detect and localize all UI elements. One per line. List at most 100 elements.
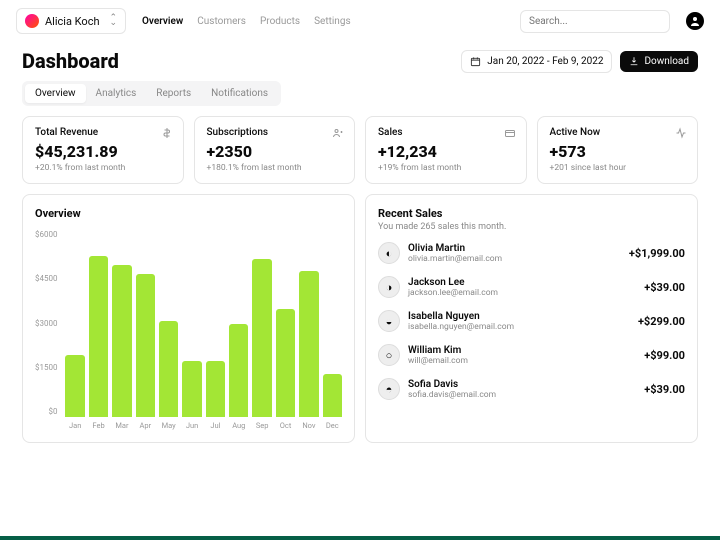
page-title: Dashboard (22, 49, 119, 73)
user-avatar[interactable] (686, 12, 704, 30)
stat-card: Total Revenue $45,231.89 +20.1% from last … (22, 116, 184, 184)
sale-email: isabella.nguyen@email.com (408, 322, 514, 332)
credit-card-icon (504, 127, 516, 139)
y-tick: $3000 (35, 319, 57, 328)
sale-name: William Kim (408, 345, 468, 356)
stat-sub: +20.1% from last month (35, 163, 171, 173)
bar-column: Sep (252, 259, 271, 430)
recent-sales-subtitle: You made 265 sales this month. (378, 222, 685, 232)
nav-settings[interactable]: Settings (314, 16, 351, 27)
tab-bar: Overview Analytics Reports Notifications (22, 81, 281, 106)
x-tick: Feb (92, 421, 104, 430)
date-range-picker[interactable]: Jan 20, 2022 - Feb 9, 2022 (461, 50, 612, 73)
sale-row: ◓Sofia Davissofia.davis@email.com+$39.00 (378, 378, 685, 400)
sale-row: ○ William Kimwill@email.com +$99.00 (378, 344, 685, 366)
tab-reports[interactable]: Reports (146, 84, 201, 103)
overview-chart: $6000 $4500 $3000 $1500 $0 Jan Feb Mar Apr May Ju… (35, 230, 342, 430)
nav-overview[interactable]: Overview (142, 16, 183, 27)
recent-sales-panel: Recent Sales You made 265 sales this mon… (365, 194, 698, 443)
dollar-icon (161, 127, 173, 139)
bar-column: Feb (89, 256, 108, 430)
sale-name: Sofia Davis (408, 379, 496, 390)
overview-panel: Overview $6000 $4500 $3000 $1500 $0 Jan Feb Ma… (22, 194, 355, 443)
sale-row: ◐ Olivia Martinolivia.martin@email.com +$1… (378, 242, 685, 264)
stat-value: +573 (550, 142, 686, 161)
nav-products[interactable]: Products (260, 16, 300, 27)
team-name: Alicia Koch (45, 15, 100, 28)
sale-amount: +$99.00 (644, 349, 685, 362)
sale-avatar: ◐ (378, 242, 400, 264)
stat-sub: +201 since last hour (550, 163, 686, 173)
y-tick: $1500 (35, 363, 57, 372)
x-tick: Mar (115, 421, 128, 430)
download-icon (629, 56, 639, 66)
main-nav: Overview Customers Products Settings (142, 16, 351, 27)
stat-label: Subscriptions (207, 127, 343, 138)
bar-column: Apr (136, 274, 155, 430)
bottom-accent-bar (0, 536, 720, 540)
bar (112, 265, 131, 417)
tab-analytics[interactable]: Analytics (86, 84, 147, 103)
y-tick: $4500 (35, 274, 57, 283)
x-tick: Oct (280, 421, 292, 430)
stat-label: Total Revenue (35, 127, 171, 138)
bar-column: Oct (276, 309, 295, 431)
stat-sub: +19% from last month (378, 163, 514, 173)
sale-amount: +$39.00 (644, 281, 685, 294)
bar-column: Jan (65, 355, 84, 430)
bar (206, 361, 225, 417)
stat-card: Subscriptions +2350 +180.1% from last mont… (194, 116, 356, 184)
overview-title: Overview (35, 207, 342, 220)
download-button[interactable]: Download (620, 51, 698, 72)
user-icon (689, 15, 701, 27)
x-tick: Aug (232, 421, 245, 430)
bar-column: Jul (206, 361, 225, 430)
sale-avatar: ◑ (378, 276, 400, 298)
nav-customers[interactable]: Customers (197, 16, 246, 27)
download-label: Download (644, 56, 689, 67)
y-tick: $0 (35, 407, 57, 416)
team-avatar-icon (25, 14, 39, 28)
x-tick: Jan (69, 421, 81, 430)
users-icon (332, 127, 344, 139)
stat-sub: +180.1% from last month (207, 163, 343, 173)
y-tick: $6000 (35, 230, 57, 239)
chevron-updown-icon: ⌃⌄ (109, 16, 117, 26)
team-switcher[interactable]: Alicia Koch ⌃⌄ (16, 8, 126, 34)
sale-email: jackson.lee@email.com (408, 288, 498, 298)
activity-icon (675, 127, 687, 139)
bar-column: Mar (112, 265, 131, 430)
stat-value: +12,234 (378, 142, 514, 161)
x-tick: Jun (186, 421, 198, 430)
sale-name: Olivia Martin (408, 243, 502, 254)
sale-avatar: ○ (378, 344, 400, 366)
sale-amount: +$299.00 (638, 315, 685, 328)
bar (89, 256, 108, 417)
bar-column: Dec (323, 374, 342, 430)
date-range-text: Jan 20, 2022 - Feb 9, 2022 (487, 56, 603, 67)
x-tick: May (162, 421, 176, 430)
bar-column: Aug (229, 324, 248, 430)
recent-sales-title: Recent Sales (378, 207, 685, 220)
bar-column: May (159, 321, 178, 430)
tab-notifications[interactable]: Notifications (201, 84, 278, 103)
stat-value: $45,231.89 (35, 142, 171, 161)
sale-row: ◑Jackson Leejackson.lee@email.com+$39.00 (378, 276, 685, 298)
sale-email: will@email.com (408, 356, 468, 366)
x-tick: Sep (256, 421, 269, 430)
stat-card: Active Now+573+201 since last hour (537, 116, 699, 184)
stat-value: +2350 (207, 142, 343, 161)
stat-label: Sales (378, 127, 514, 138)
bar (276, 309, 295, 418)
search-input[interactable] (520, 10, 670, 33)
tab-overview[interactable]: Overview (25, 84, 86, 103)
bar-column: Nov (299, 271, 318, 430)
bar (323, 374, 342, 417)
sale-amount: +$1,999.00 (629, 247, 685, 260)
x-tick: Nov (302, 421, 315, 430)
bar (182, 361, 201, 417)
bar (136, 274, 155, 417)
bar (252, 259, 271, 417)
bar-column: Jun (182, 361, 201, 430)
sale-email: olivia.martin@email.com (408, 254, 502, 264)
